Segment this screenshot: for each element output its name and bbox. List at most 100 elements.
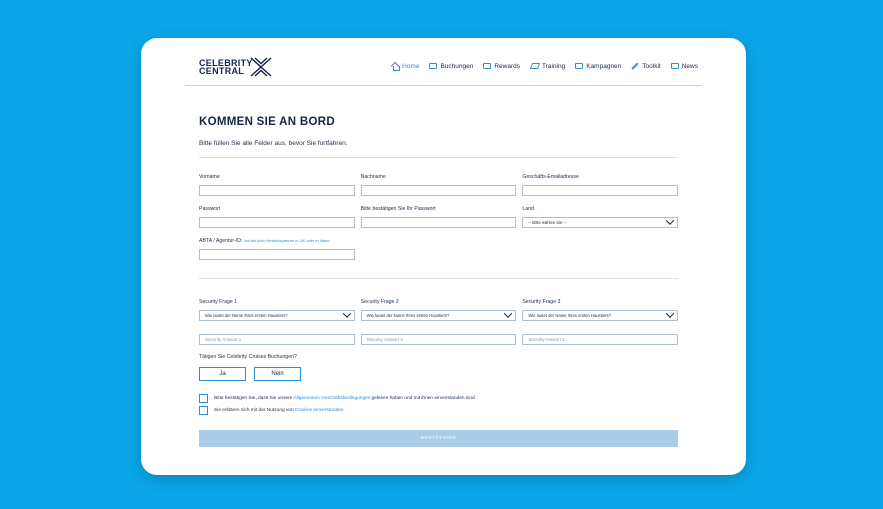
newspaper-icon xyxy=(670,63,679,69)
name-email-row: Vorname Nachname Geschäfts-Emailadresse xyxy=(199,174,679,196)
nav-rewards[interactable]: Rewards xyxy=(483,63,520,70)
nav-rewards-label: Rewards xyxy=(494,62,520,70)
wrench-icon xyxy=(631,62,639,70)
lastname-input[interactable] xyxy=(360,185,517,196)
abta-hint-link[interactable]: Ich bin kein Vertriebspartner in UK oder… xyxy=(244,238,329,243)
security-answer-1-group xyxy=(199,329,355,345)
country-group: Land -- Bitte wählen Sie -- xyxy=(522,206,679,228)
password-input[interactable] xyxy=(199,217,355,228)
lastname-label: Nachname xyxy=(360,174,386,180)
security-answer-2-group xyxy=(360,329,517,345)
nav-training[interactable]: Training xyxy=(530,63,565,70)
security-answer-3-input[interactable] xyxy=(522,334,679,345)
nav-toolkit-label: Toolkit xyxy=(642,62,661,70)
email-label: Geschäfts-Emailadresse xyxy=(522,174,579,180)
logo[interactable]: CELEBRITY CENTRAL xyxy=(199,56,273,78)
nav-kampagnen[interactable]: Kampagnen xyxy=(575,63,621,70)
cookies-checkbox[interactable] xyxy=(199,406,208,415)
registration-card: CELEBRITY CENTRAL Home Buchungen Rewards… xyxy=(141,38,746,475)
abta-row: ABTA / Agentur-ID: Ich bin kein Vertriebs… xyxy=(199,238,678,260)
abta-group: ABTA / Agentur-ID: Ich bin kein Vertriebs… xyxy=(199,238,355,260)
booking-question: Tätigen Sie Celebrity Cruises Buchungen? xyxy=(199,354,297,360)
security-question-3-group: Security Frage 3 Wie lautet der Name Ihr… xyxy=(522,299,679,321)
yes-button[interactable]: Ja xyxy=(199,367,246,381)
terms-row: Bitte bestätigen Sie, dass Sie unsere Al… xyxy=(199,394,678,403)
cookies-row: Sie erklären sich mit der Nutzung von Co… xyxy=(199,406,678,415)
email-input[interactable] xyxy=(522,185,679,196)
security-question-1-label: Security Frage 1 xyxy=(199,299,238,305)
celebrity-x-icon xyxy=(250,57,272,77)
security-answer-3-group xyxy=(522,329,679,345)
terms-link[interactable]: Allgemeinen Geschäftsbedingungen xyxy=(293,396,370,401)
firstname-group: Vorname xyxy=(199,174,355,196)
security-question-3-select[interactable]: Wie lautet der Name Ihres ersten Haustie… xyxy=(522,310,679,321)
form-instructions: Bitte füllen Sie alle Felder aus, bevor … xyxy=(199,140,348,147)
lastname-group: Nachname xyxy=(360,174,517,196)
chevron-down-icon xyxy=(665,218,675,225)
nav-buchungen-label: Buchungen xyxy=(440,62,474,70)
terms-text-post: gelesen haben und mit ihnen einverstande… xyxy=(371,396,475,401)
country-select-value: -- Bitte wählen Sie -- xyxy=(528,220,567,225)
cookies-link[interactable]: Cookies einverstanden xyxy=(295,408,344,413)
main-nav: Home Buchungen Rewards Training Kampagne… xyxy=(381,62,698,71)
logo-line-2: CENTRAL xyxy=(199,66,245,76)
country-select[interactable]: -- Bitte wählen Sie -- xyxy=(522,217,679,228)
security-question-1-group: Security Frage 1 Wie lautet der Name Ihr… xyxy=(199,299,355,321)
security-question-2-select[interactable]: Wie lautet der Name Ihres ersten Haustie… xyxy=(360,310,517,321)
briefcase-icon xyxy=(429,63,438,69)
security-question-2-value: Wie lautet der Name Ihres ersten Haustie… xyxy=(366,313,450,318)
graduation-icon xyxy=(530,63,539,69)
terms-text-pre: Bitte bestätigen Sie, dass Sie unsere xyxy=(214,396,293,401)
nav-home-label: Home xyxy=(402,62,420,70)
security-answers-row xyxy=(199,329,679,345)
submit-button[interactable]: BESTÄTIGEN xyxy=(199,430,678,447)
abta-label-text: ABTA / Agentur-ID: xyxy=(199,238,243,244)
nav-home[interactable]: Home xyxy=(391,62,420,71)
site-header: CELEBRITY CENTRAL Home Buchungen Rewards… xyxy=(185,52,702,86)
security-question-2-group: Security Frage 2 Wie lautet der Name Ihr… xyxy=(360,299,517,321)
security-question-1-select[interactable]: Wie lautet der Name Ihres ersten Haustie… xyxy=(199,310,355,321)
security-question-3-value: Wie lautet der Name Ihres ersten Haustie… xyxy=(528,313,611,318)
firstname-input[interactable] xyxy=(199,185,355,196)
logo-text: CELEBRITY CENTRAL xyxy=(199,59,252,76)
security-answer-2-input[interactable] xyxy=(360,334,517,345)
card-icon xyxy=(483,63,492,69)
nav-buchungen[interactable]: Buchungen xyxy=(429,63,473,70)
firstname-label: Vorname xyxy=(199,174,220,180)
abta-label: ABTA / Agentur-ID: Ich bin kein Vertriebs… xyxy=(199,238,355,244)
nav-news-label: News xyxy=(681,62,698,70)
password-confirm-input[interactable] xyxy=(360,217,517,228)
divider xyxy=(199,157,678,158)
email-group: Geschäfts-Emailadresse xyxy=(522,174,679,196)
divider xyxy=(199,278,678,279)
no-button[interactable]: Nein xyxy=(254,367,301,381)
security-answer-1-input[interactable] xyxy=(199,334,355,345)
abta-input[interactable] xyxy=(199,249,355,260)
nav-news[interactable]: News xyxy=(670,62,698,70)
monitor-icon xyxy=(575,63,584,69)
chevron-down-icon xyxy=(665,311,675,318)
nav-kampagnen-label: Kampagnen xyxy=(586,62,622,70)
password-confirm-label: Bitte bestätigen Sie Ihr Passwort xyxy=(360,206,436,212)
home-icon xyxy=(391,63,400,71)
security-question-2-label: Security Frage 2 xyxy=(360,299,399,305)
chevron-down-icon xyxy=(504,311,513,318)
password-label: Passwort xyxy=(199,206,221,212)
nav-toolkit[interactable]: Toolkit xyxy=(631,62,660,70)
country-label: Land xyxy=(522,206,534,212)
security-question-3-label: Security Frage 3 xyxy=(522,299,561,305)
page-title: KOMMEN SIE AN BORD xyxy=(199,116,335,128)
terms-checkbox[interactable] xyxy=(199,394,208,403)
password-group: Passwort xyxy=(199,206,355,228)
password-country-row: Passwort Bitte bestätigen Sie Ihr Passwo… xyxy=(199,206,679,228)
registration-form: KOMMEN SIE AN BORD Bitte füllen Sie alle… xyxy=(199,116,679,447)
security-question-1-value: Wie lautet der Name Ihres ersten Haustie… xyxy=(205,313,288,318)
booking-choice: Ja Nein xyxy=(199,367,678,381)
security-questions-row: Security Frage 1 Wie lautet der Name Ihr… xyxy=(199,299,679,321)
nav-training-label: Training xyxy=(541,62,566,70)
password-confirm-group: Bitte bestätigen Sie Ihr Passwort xyxy=(360,206,517,228)
cookies-text-pre: Sie erklären sich mit der Nutzung von xyxy=(214,408,294,413)
chevron-down-icon xyxy=(342,311,351,318)
